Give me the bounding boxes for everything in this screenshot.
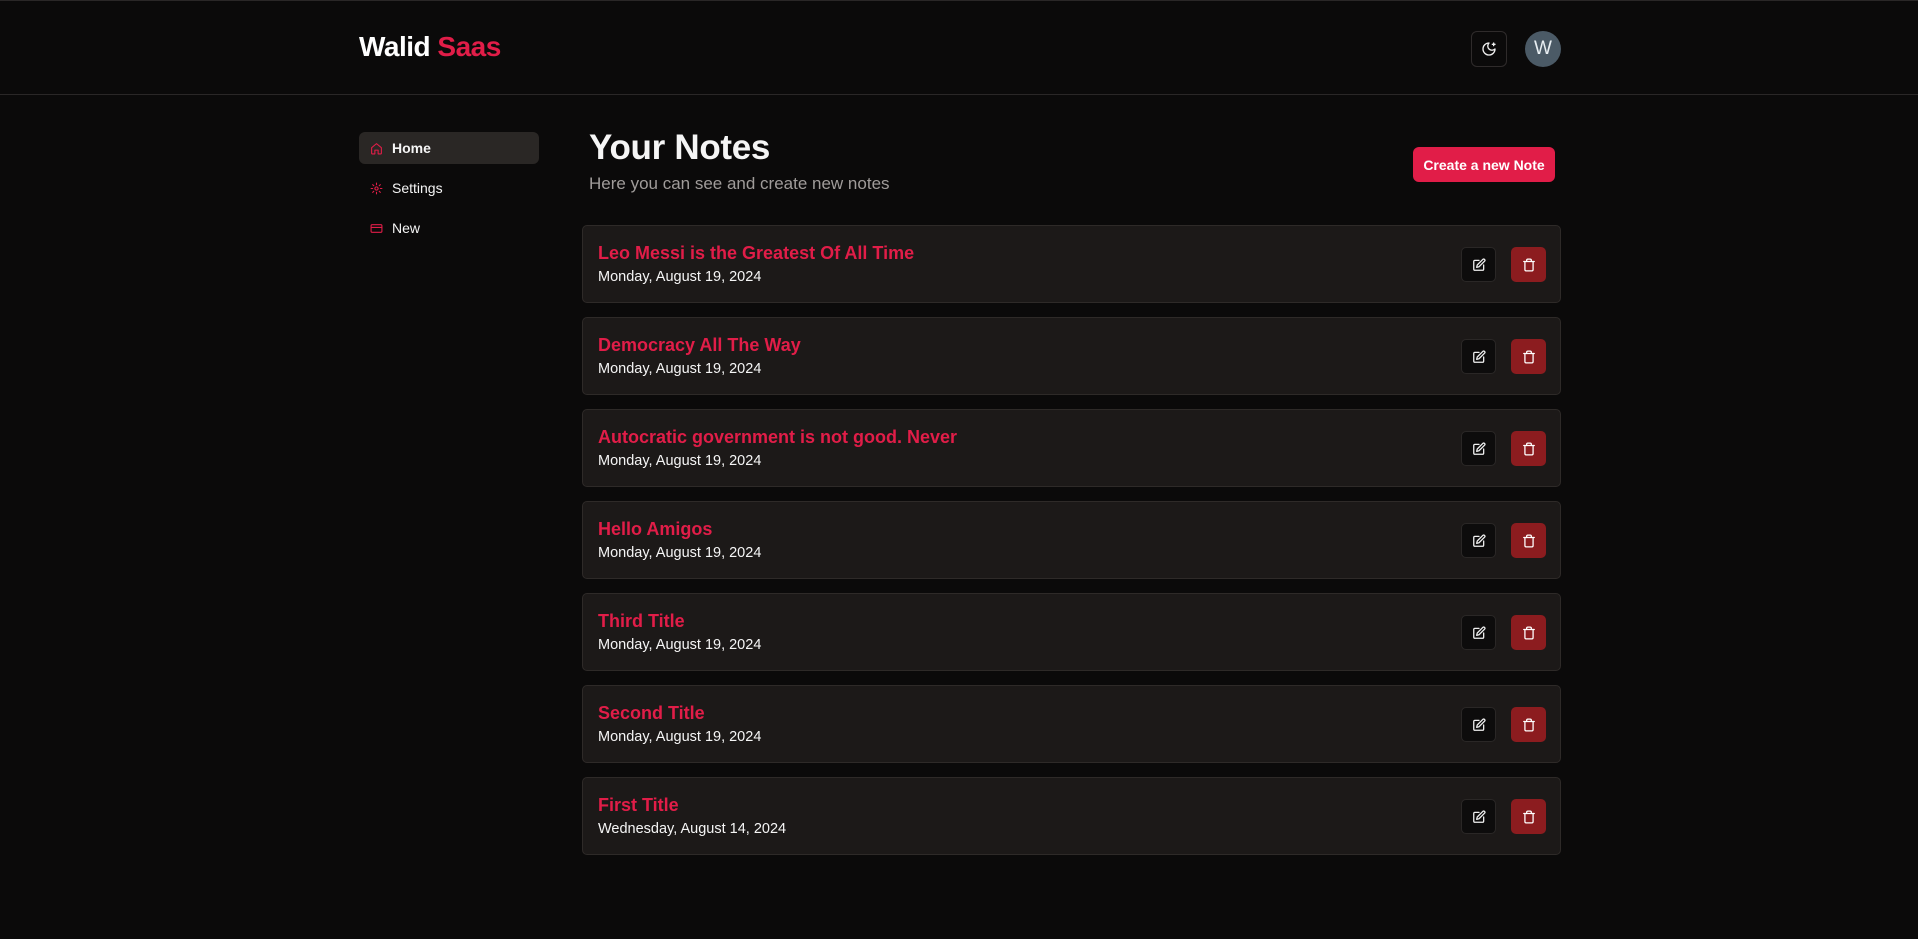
edit-note-button[interactable] xyxy=(1461,707,1496,742)
brand-accent: Saas xyxy=(437,31,501,62)
edit-note-button[interactable] xyxy=(1461,523,1496,558)
note-card: Autocratic government is not good. Never… xyxy=(582,409,1561,487)
note-date: Monday, August 19, 2024 xyxy=(598,729,762,745)
note-card: Hello Amigos Monday, August 19, 2024 xyxy=(582,501,1561,579)
avatar-initial: W xyxy=(1534,38,1552,59)
delete-note-button[interactable] xyxy=(1511,707,1546,742)
note-card: Second Title Monday, August 19, 2024 xyxy=(582,685,1561,763)
edit-note-button[interactable] xyxy=(1461,247,1496,282)
trash-icon xyxy=(1522,442,1535,455)
edit-icon xyxy=(1472,349,1486,363)
trash-icon xyxy=(1522,534,1535,547)
note-date: Monday, August 19, 2024 xyxy=(598,637,762,653)
app-header: Walid Saas W xyxy=(0,1,1918,95)
trash-icon xyxy=(1522,626,1535,639)
note-title[interactable]: Hello Amigos xyxy=(598,519,712,540)
note-date: Monday, August 19, 2024 xyxy=(598,545,762,561)
edit-icon xyxy=(1472,625,1486,639)
note-card: Third Title Monday, August 19, 2024 xyxy=(582,593,1561,671)
trash-icon xyxy=(1522,350,1535,363)
edit-icon xyxy=(1472,441,1486,455)
sidebar-item-home[interactable]: Home xyxy=(359,132,539,164)
page-subtitle: Here you can see and create new notes xyxy=(589,174,890,193)
edit-note-button[interactable] xyxy=(1461,431,1496,466)
note-title[interactable]: First Title xyxy=(598,795,679,816)
edit-icon xyxy=(1472,533,1486,547)
note-title[interactable]: Democracy All The Way xyxy=(598,335,801,356)
delete-note-button[interactable] xyxy=(1511,339,1546,374)
trash-icon xyxy=(1522,718,1535,731)
trash-icon xyxy=(1522,258,1535,271)
notes-list: Leo Messi is the Greatest Of All Time Mo… xyxy=(582,225,1561,869)
theme-toggle-button[interactable] xyxy=(1471,31,1507,67)
note-card: Democracy All The Way Monday, August 19,… xyxy=(582,317,1561,395)
delete-note-button[interactable] xyxy=(1511,431,1546,466)
note-card: First Title Wednesday, August 14, 2024 xyxy=(582,777,1561,855)
sidebar: Home Settings New xyxy=(359,132,539,252)
brand-logo[interactable]: Walid Saas xyxy=(359,31,501,63)
delete-note-button[interactable] xyxy=(1511,799,1546,834)
note-title[interactable]: Leo Messi is the Greatest Of All Time xyxy=(598,243,914,264)
note-card: Leo Messi is the Greatest Of All Time Mo… xyxy=(582,225,1561,303)
note-title[interactable]: Second Title xyxy=(598,703,705,724)
note-date: Monday, August 19, 2024 xyxy=(598,269,762,285)
edit-note-button[interactable] xyxy=(1461,339,1496,374)
edit-icon xyxy=(1472,809,1486,823)
delete-note-button[interactable] xyxy=(1511,247,1546,282)
edit-icon xyxy=(1472,257,1486,271)
create-note-button[interactable]: Create a new Note xyxy=(1413,147,1555,182)
note-date: Monday, August 19, 2024 xyxy=(598,453,762,469)
edit-note-button[interactable] xyxy=(1461,799,1496,834)
credit-card-icon xyxy=(370,221,384,235)
user-avatar[interactable]: W xyxy=(1525,31,1561,67)
gear-icon xyxy=(370,181,384,195)
note-title[interactable]: Autocratic government is not good. Never xyxy=(598,427,957,448)
note-date: Wednesday, August 14, 2024 xyxy=(598,821,787,837)
sidebar-item-label: Home xyxy=(392,140,431,156)
edit-icon xyxy=(1472,717,1486,731)
sidebar-item-label: New xyxy=(392,220,421,236)
page-title: Your Notes xyxy=(589,128,771,167)
home-icon xyxy=(370,141,384,155)
sidebar-item-settings[interactable]: Settings xyxy=(359,172,539,204)
note-title[interactable]: Third Title xyxy=(598,611,685,632)
delete-note-button[interactable] xyxy=(1511,615,1546,650)
delete-note-button[interactable] xyxy=(1511,523,1546,558)
sidebar-item-new[interactable]: New xyxy=(359,212,539,244)
moon-icon xyxy=(1482,42,1496,56)
edit-note-button[interactable] xyxy=(1461,615,1496,650)
note-date: Monday, August 19, 2024 xyxy=(598,361,762,377)
sidebar-item-label: Settings xyxy=(392,180,443,196)
trash-icon xyxy=(1522,810,1535,823)
brand-primary: Walid xyxy=(359,31,431,62)
